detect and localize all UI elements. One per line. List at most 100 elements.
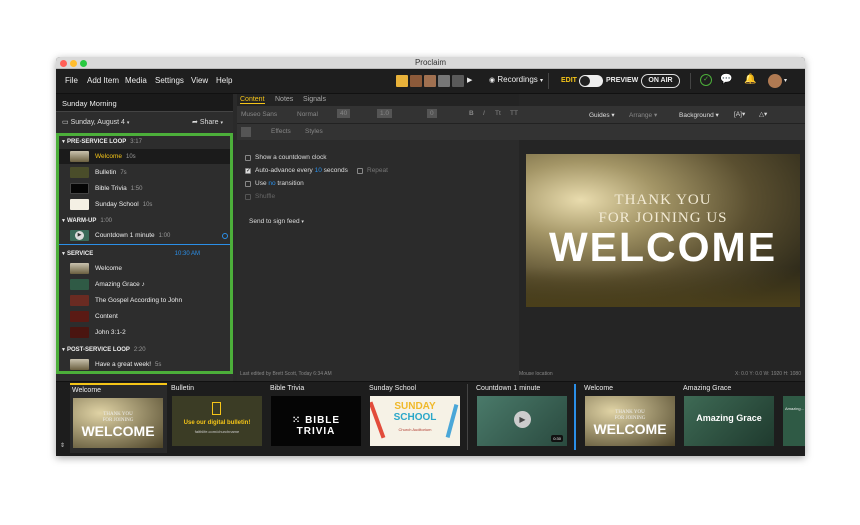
slide-title: Countdown 1 minute — [476, 385, 541, 392]
item-thumbnail: ▶ — [70, 230, 89, 241]
section-header-service[interactable]: ▼ SERVICE 10:30 AM — [59, 248, 230, 260]
shuffle-checkbox[interactable] — [245, 194, 251, 200]
expand-strip-icon[interactable]: ⇕ — [60, 442, 65, 449]
item-label: Welcome — [95, 153, 122, 160]
strip-slide-bulletin[interactable]: Bulletin Use our digital bulletin! faith… — [169, 383, 266, 453]
strip-slide-countdown[interactable]: Countdown 1 minute ▶ 0:30 — [474, 383, 571, 453]
chevron-down-icon: ▾ — [126, 120, 130, 126]
auto-advance-checkbox[interactable]: ✓ — [245, 168, 251, 174]
strip-slide-sunday-school[interactable]: Sunday School SUNDAY SCHOOL Church Audit… — [367, 383, 464, 453]
italic-button[interactable]: I — [483, 110, 485, 117]
transition-value[interactable]: no — [268, 180, 275, 187]
slide-thumb-button[interactable] — [396, 75, 408, 87]
shape-icon[interactable]: △▾ — [759, 110, 767, 118]
text-box-icon[interactable]: [A]▾ — [734, 110, 745, 118]
bold-button[interactable]: B — [469, 110, 474, 117]
bell-icon[interactable]: 🔔 — [744, 74, 756, 85]
play-icon[interactable]: ▶ — [467, 76, 472, 84]
strip-slide-bible-trivia[interactable]: Bible Trivia ⁙ BIBLE TRIVIA — [268, 383, 365, 453]
background-menu[interactable]: Background ▾ — [679, 111, 719, 119]
tab-notes[interactable]: Notes — [275, 96, 293, 103]
menu-add-item[interactable]: Add Item — [87, 76, 119, 85]
send-to-feed-label: Send to sign feed — [249, 218, 300, 225]
list-item-sunday-school[interactable]: Sunday School 10s — [59, 197, 230, 212]
list-item-welcome[interactable]: Welcome 10s — [59, 149, 230, 164]
text-size-icon[interactable]: Tt — [495, 110, 501, 117]
strip-slide-welcome-2[interactable]: Welcome THANK YOU FOR JOINING WELCOME — [582, 383, 679, 453]
section-header-post-service[interactable]: ▼ POST-SERVICE LOOP 2:20 — [59, 344, 230, 356]
recordings-menu[interactable]: ◉ Recordings ▾ — [489, 75, 543, 84]
list-item-amazing-grace[interactable]: Amazing Grace ♪ — [59, 277, 230, 292]
slide-thumb-button[interactable] — [438, 75, 450, 87]
list-item-bible-trivia[interactable]: Bible Trivia 1:50 — [59, 181, 230, 196]
tab-signals[interactable]: Signals — [303, 96, 326, 103]
text-case-icon[interactable]: TT — [510, 110, 518, 117]
slide-thumb-button[interactable] — [410, 75, 422, 87]
chevron-down-icon[interactable]: ▾ — [784, 77, 787, 84]
tab-content[interactable]: Content — [240, 96, 265, 104]
share-button[interactable]: ➦ Share ▾ — [192, 118, 223, 126]
strip-slide-amazing-grace[interactable]: Amazing Grace Amazing Grace — [681, 383, 778, 453]
slide-thumb-button[interactable] — [424, 75, 436, 87]
list-item-content[interactable]: Content — [59, 309, 230, 324]
strip-slide-lyrics[interactable]: Amazing... — [780, 383, 805, 453]
send-to-sign-feed-menu[interactable]: Send to sign feed ▾ — [249, 218, 304, 225]
section-header-pre-service[interactable]: ▼ PRE-SERVICE LOOP 3:17 — [59, 136, 230, 148]
list-item-countdown[interactable]: ▶ Countdown 1 minute 1:00 — [59, 228, 230, 243]
arrange-menu[interactable]: Arrange ▾ — [629, 111, 657, 119]
service-date-bar: ▭ Sunday, August 4 ▾ ➦ Share ▾ — [56, 112, 233, 132]
list-item-welcome-service[interactable]: Welcome — [59, 261, 230, 276]
letter-spacing-field[interactable]: 0 — [427, 109, 437, 118]
guides-menu[interactable]: Guides ▾ — [589, 111, 615, 119]
slide-thumbnail: ▶ 0:30 — [477, 396, 567, 446]
date-label: Sunday, August 4 — [70, 119, 125, 126]
slide-thumbnail: Use our digital bulletin! faithlife.com/… — [172, 396, 262, 446]
list-item-gospel-john[interactable]: The Gospel According to John — [59, 293, 230, 308]
item-label: Content — [95, 313, 118, 320]
countdown-checkbox[interactable] — [245, 155, 251, 161]
slide-title: Amazing Grace — [683, 385, 732, 392]
effects-menu[interactable]: Effects — [271, 128, 291, 135]
font-family-select[interactable]: Museo Sans — [241, 111, 277, 118]
color-swatch[interactable] — [241, 127, 251, 137]
menu-bar: File Add Item Media Settings View Help ▶… — [56, 69, 805, 94]
font-size-field[interactable]: 40 — [337, 109, 351, 118]
guides-label: Guides — [589, 112, 610, 119]
cue-marker-icon[interactable] — [222, 233, 228, 239]
slide-thumbnail: Amazing... — [783, 396, 805, 446]
repeat-label: Repeat — [367, 167, 388, 174]
on-air-button[interactable]: ON AIR — [641, 74, 680, 88]
preview-line-1: THANK YOU — [614, 192, 712, 208]
repeat-checkbox[interactable] — [357, 168, 363, 174]
slide-preview[interactable]: THANK YOU FOR JOINING US WELCOME — [526, 154, 800, 307]
avatar[interactable] — [768, 74, 782, 88]
phone-icon — [212, 402, 221, 415]
list-item-john-3[interactable]: John 3:1-2 — [59, 325, 230, 340]
auto-advance-seconds[interactable]: 10 — [315, 167, 322, 174]
menu-file[interactable]: File — [65, 76, 78, 85]
edit-preview-toggle[interactable] — [579, 75, 603, 87]
font-weight-select[interactable]: Normal — [297, 111, 318, 118]
now-line — [574, 384, 576, 450]
list-item-bulletin[interactable]: Bulletin 7s — [59, 165, 230, 180]
styles-menu[interactable]: Styles — [305, 128, 323, 135]
line-height-field[interactable]: 1.0 — [377, 109, 393, 118]
slide-thumb-button[interactable] — [452, 75, 464, 87]
menu-media[interactable]: Media — [125, 76, 147, 85]
list-item-great-week[interactable]: Have a great week! 5s — [59, 357, 230, 372]
strip-slide-welcome[interactable]: Welcome THANK YOU FOR JOINING WELCOME — [70, 383, 167, 453]
transition-checkbox[interactable] — [245, 181, 251, 187]
effects-toolbar: Effects Styles — [237, 124, 519, 140]
arrange-label: Arrange — [629, 112, 653, 119]
menu-view[interactable]: View — [191, 76, 208, 85]
slide-thumbnail: SUNDAY SCHOOL Church Auditorium — [370, 396, 460, 446]
check-circle-icon[interactable]: ✓ — [700, 74, 712, 86]
section-header-warm-up[interactable]: ▼ WARM-UP 1:00 — [59, 215, 230, 227]
item-label: Sunday School — [95, 201, 139, 208]
menu-settings[interactable]: Settings — [155, 76, 184, 85]
date-picker[interactable]: ▭ Sunday, August 4 ▾ — [62, 118, 129, 126]
service-name-field[interactable]: Sunday Morning — [56, 94, 233, 112]
slide-thumbnail: Amazing Grace — [684, 396, 774, 446]
chat-icon[interactable]: 💬 — [720, 74, 732, 85]
menu-help[interactable]: Help — [216, 76, 232, 85]
